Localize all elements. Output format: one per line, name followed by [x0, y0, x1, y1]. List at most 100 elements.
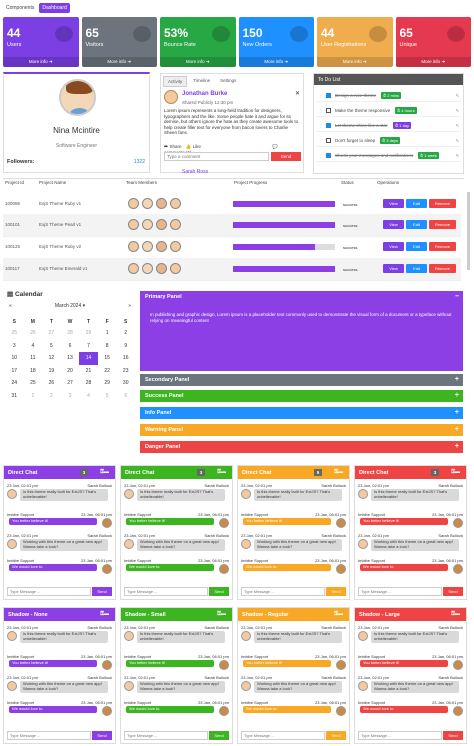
send-button[interactable]: Send	[209, 587, 229, 596]
send-button[interactable]: Send	[443, 587, 463, 596]
todo-checkbox[interactable]	[326, 108, 331, 113]
calendar-day[interactable]: 5	[42, 340, 61, 353]
col-header[interactable]: Status	[341, 180, 354, 185]
team-member-avatar[interactable]	[128, 198, 139, 209]
tab-timeline[interactable]: Timeline	[189, 76, 214, 87]
calendar-day[interactable]: 10	[5, 352, 24, 365]
calendar-day[interactable]: 6	[61, 340, 80, 353]
calendar-day[interactable]: 29	[79, 327, 98, 340]
more-info-link[interactable]: More info ➜	[160, 57, 236, 67]
send-button[interactable]: Send	[92, 731, 112, 740]
todo-checkbox[interactable]	[326, 153, 331, 158]
col-header[interactable]: Project Progress	[234, 180, 267, 185]
col-header[interactable]: Project Name	[39, 180, 66, 185]
expand-icon[interactable]: +	[455, 443, 459, 450]
col-header[interactable]: Team Members	[126, 180, 157, 185]
calendar-day[interactable]: 9	[116, 340, 135, 353]
edit-icon[interactable]: ✎	[456, 123, 459, 128]
team-member-avatar[interactable]	[156, 198, 167, 209]
chat-tools-icon[interactable]: ⚿▬	[100, 611, 109, 617]
calendar-day[interactable]: 3	[61, 390, 80, 403]
edit-button[interactable]: Edit	[406, 199, 427, 208]
info-panel[interactable]: Info Panel +	[140, 407, 463, 419]
view-button[interactable]: View	[383, 264, 404, 273]
tab-activity[interactable]: Activity	[163, 76, 188, 87]
todo-checkbox[interactable]	[326, 138, 331, 143]
col-header[interactable]: Project Id	[5, 180, 24, 185]
todo-item[interactable]: ⋮⋮ Don't forget to sleep ⏱ 3 days ✎	[316, 135, 461, 147]
message-input[interactable]	[124, 587, 208, 596]
tab-settings[interactable]: Settings	[216, 76, 240, 87]
calendar-day[interactable]: 31	[5, 390, 24, 403]
followers-count[interactable]: 1322	[134, 159, 145, 165]
team-member-avatar[interactable]	[170, 219, 181, 230]
team-member-avatar[interactable]	[170, 198, 181, 209]
remove-button[interactable]: Remove	[429, 199, 456, 208]
team-member-avatar[interactable]	[170, 263, 181, 274]
chat-tools-icon[interactable]: ⚿▬	[217, 469, 226, 475]
month-picker[interactable]: March 2024 ▾	[55, 303, 85, 309]
calendar-day[interactable]: 28	[79, 377, 98, 390]
danger-panel[interactable]: Danger Panel +	[140, 441, 463, 453]
success-panel[interactable]: Success Panel +	[140, 390, 463, 402]
message-input[interactable]	[241, 731, 325, 740]
calendar-day[interactable]: 4	[79, 390, 98, 403]
table-row[interactable]: 100125 ExjS Theme Ruby v2 success View Edit R…	[3, 236, 461, 259]
team-member-avatar[interactable]	[156, 241, 167, 252]
next-month-icon[interactable]: »	[128, 303, 131, 309]
table-scrollbar[interactable]	[467, 192, 470, 270]
next-post-author[interactable]: Sarah Ross	[182, 169, 208, 175]
message-input[interactable]	[241, 587, 325, 596]
tab-dashboard[interactable]: Dashboard	[39, 3, 70, 13]
calendar-day[interactable]: 25	[24, 377, 43, 390]
calendar-day[interactable]: 27	[42, 327, 61, 340]
message-input[interactable]	[358, 731, 442, 740]
team-member-avatar[interactable]	[156, 219, 167, 230]
calendar-day[interactable]: 21	[79, 365, 98, 378]
more-info-link[interactable]: More info ➜	[317, 57, 393, 67]
calendar-day[interactable]: 11	[24, 352, 43, 365]
calendar-day[interactable]: 8	[98, 340, 117, 353]
view-button[interactable]: View	[383, 242, 404, 251]
edit-icon[interactable]: ✎	[456, 153, 459, 158]
expand-icon[interactable]: +	[455, 409, 459, 416]
team-member-avatar[interactable]	[156, 263, 167, 274]
edit-icon[interactable]: ✎	[456, 93, 459, 98]
calendar-day[interactable]: 22	[98, 365, 117, 378]
more-info-link[interactable]: More info ➜	[395, 57, 471, 67]
calendar-day[interactable]: 2	[116, 327, 135, 340]
calendar-day[interactable]: 20	[61, 365, 80, 378]
remove-button[interactable]: Remove	[429, 242, 456, 251]
team-member-avatar[interactable]	[128, 263, 139, 274]
calendar-day[interactable]: 29	[98, 377, 117, 390]
calendar-day[interactable]: 1	[24, 390, 43, 403]
chat-tools-icon[interactable]: ⚿▬	[217, 611, 226, 617]
post-author[interactable]: Jonathan Burke	[182, 91, 227, 97]
chat-tools-icon[interactable]: ⚿▬	[451, 469, 460, 475]
calendar-day[interactable]: 16	[116, 352, 135, 365]
expand-icon[interactable]: +	[455, 392, 459, 399]
calendar-day[interactable]: 24	[5, 377, 24, 390]
like-link[interactable]: Like	[193, 144, 201, 149]
calendar-day[interactable]: 5	[98, 390, 117, 403]
todo-item[interactable]: ⋮⋮ Make the theme responsive ⏱ 4 hours ✎	[316, 105, 461, 117]
more-info-link[interactable]: More info ➜	[81, 57, 157, 67]
team-member-avatar[interactable]	[128, 219, 139, 230]
calendar-day[interactable]: 30	[116, 377, 135, 390]
remove-button[interactable]: Remove	[429, 220, 456, 229]
team-member-avatar[interactable]	[142, 241, 153, 252]
send-button[interactable]: Send	[326, 587, 346, 596]
collapse-icon[interactable]: –	[455, 293, 459, 300]
calendar-day[interactable]: 3	[5, 340, 24, 353]
warning-panel[interactable]: Warning Panel +	[140, 424, 463, 436]
team-member-avatar[interactable]	[142, 219, 153, 230]
team-member-avatar[interactable]	[170, 241, 181, 252]
col-header[interactable]: Operations	[377, 180, 399, 185]
chat-tools-icon[interactable]: ⚿▬	[334, 611, 343, 617]
send-button[interactable]: Send	[92, 587, 112, 596]
more-info-link[interactable]: More info ➜	[238, 57, 314, 67]
message-input[interactable]	[124, 731, 208, 740]
send-button[interactable]: Send	[326, 731, 346, 740]
message-input[interactable]	[358, 587, 442, 596]
edit-icon[interactable]: ✎	[456, 108, 459, 113]
